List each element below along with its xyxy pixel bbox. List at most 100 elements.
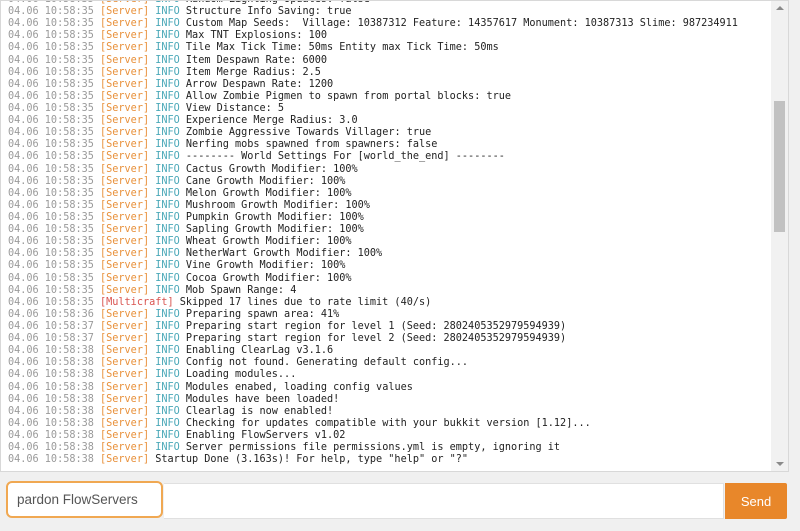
log-message: Max TNT Explosions: 100 — [185, 30, 327, 42]
log-level: INFO — [155, 393, 180, 405]
log-level: INFO — [155, 102, 180, 114]
log-level: INFO — [155, 199, 180, 211]
log-message: Random Lighting Updates: false — [186, 1, 370, 5]
scroll-up-arrow-icon[interactable] — [771, 1, 788, 15]
log-timestamp: 04.06 10:58:35 — [8, 296, 94, 308]
console-output: 04.06 10:58:35 [Server] INFO Random Ligh… — [0, 0, 789, 472]
log-message: Server permissions file permissions.yml … — [185, 442, 561, 454]
console-line: 04.06 10:58:38 [Server] INFO Modules hav… — [8, 394, 768, 406]
log-timestamp: 04.06 10:58:35 — [8, 151, 94, 163]
log-source: [Server] — [100, 102, 150, 114]
console-line: 04.06 10:58:35 [Server] INFO Sapling Gro… — [8, 224, 768, 236]
log-timestamp: 04.06 10:58:38 — [8, 454, 94, 466]
log-timestamp: 04.06 10:58:37 — [8, 320, 94, 332]
log-source: [Server] — [100, 66, 150, 78]
log-level: INFO — [155, 236, 180, 248]
log-message: Mob Spawn Range: 4 — [185, 284, 297, 296]
log-timestamp: 04.06 10:58:38 — [8, 381, 94, 393]
log-source: [Server] — [100, 417, 150, 429]
log-timestamp: 04.06 10:58:35 — [8, 1, 94, 5]
console-line: 04.06 10:58:38 [Server] INFO Enabling Cl… — [8, 345, 768, 357]
log-message: Wheat Growth Modifier: 100% — [185, 236, 352, 248]
log-timestamp: 04.06 10:58:35 — [8, 284, 94, 296]
log-timestamp: 04.06 10:58:35 — [8, 175, 94, 187]
log-source: [Server] — [100, 224, 150, 236]
log-source: [Server] — [100, 320, 150, 332]
log-source: [Server] — [100, 175, 150, 187]
log-level: INFO — [155, 139, 180, 151]
console-line: 04.06 10:58:35 [Server] INFO Custom Map … — [8, 18, 768, 30]
log-level: INFO — [155, 248, 180, 260]
log-timestamp: 04.06 10:58:35 — [8, 90, 94, 102]
log-source: [Server] — [100, 345, 150, 357]
log-timestamp: 04.06 10:58:35 — [8, 248, 94, 260]
log-timestamp: 04.06 10:58:35 — [8, 115, 94, 127]
log-message: Enabling FlowServers v1.02 — [185, 429, 346, 441]
log-source: [Server] — [100, 405, 150, 417]
console-line: 04.06 10:58:35 [Server] INFO Wheat Growt… — [8, 236, 768, 248]
scroll-down-arrow-icon[interactable] — [771, 457, 788, 471]
log-timestamp: 04.06 10:58:35 — [8, 211, 94, 223]
command-input-extension[interactable] — [164, 483, 724, 519]
log-source: [Server] — [100, 54, 150, 66]
console-line: 04.06 10:58:38 [Server] INFO Enabling Fl… — [8, 430, 768, 442]
console-line: 04.06 10:58:35 [Server] INFO NetherWart … — [8, 248, 768, 260]
log-timestamp: 04.06 10:58:37 — [8, 333, 94, 345]
console-line: 04.06 10:58:35 [Server] INFO Vine Growth… — [8, 260, 768, 272]
console-line: 04.06 10:58:35 [Server] INFO Tile Max Ti… — [8, 42, 768, 54]
log-timestamp: 04.06 10:58:35 — [8, 187, 94, 199]
log-message: Zombie Aggressive Towards Villager: true — [185, 127, 432, 139]
console-scrollbar[interactable] — [771, 1, 788, 471]
log-level: INFO — [155, 187, 180, 199]
log-source: [Server] — [100, 369, 150, 381]
log-level: INFO — [155, 78, 180, 90]
log-level: INFO — [155, 30, 180, 42]
log-source: [Server] — [100, 260, 150, 272]
log-message: Allow Zombie Pigmen to spawn from portal… — [185, 90, 511, 102]
console-line: 04.06 10:58:37 [Server] INFO Preparing s… — [8, 333, 768, 345]
log-timestamp: 04.06 10:58:38 — [8, 417, 94, 429]
log-message: NetherWart Growth Modifier: 100% — [185, 248, 383, 260]
log-level: INFO — [155, 42, 180, 54]
log-message: Cactus Growth Modifier: 100% — [185, 163, 358, 175]
log-source: [Server] — [100, 308, 150, 320]
log-level: INFO — [155, 151, 180, 163]
log-timestamp: 04.06 10:58:35 — [8, 42, 94, 54]
log-source: [Server] — [100, 139, 150, 151]
log-source: [Server] — [100, 127, 150, 139]
log-level: INFO — [155, 224, 180, 236]
console-line: 04.06 10:58:36 [Server] INFO Preparing s… — [8, 309, 768, 321]
scrollbar-thumb[interactable] — [774, 101, 785, 232]
console-line: 04.06 10:58:38 [Server] INFO Checking fo… — [8, 418, 768, 430]
log-source: [Server] — [100, 211, 150, 223]
log-level: INFO — [155, 381, 180, 393]
log-level: INFO — [155, 345, 180, 357]
console-line: 04.06 10:58:38 [Server] INFO Loading mod… — [8, 369, 768, 381]
send-button[interactable]: Send — [725, 483, 787, 519]
log-source: [Server] — [100, 78, 150, 90]
log-message: -------- World Settings For [world_the_e… — [185, 151, 505, 163]
console-line: 04.06 10:58:35 [Server] INFO -------- Wo… — [8, 151, 768, 163]
log-message: Nerfing mobs spawned from spawners: fals… — [185, 139, 438, 151]
log-message: Preparing spawn area: 41% — [185, 308, 340, 320]
log-message: View Distance: 5 — [185, 102, 285, 114]
log-source: [Server] — [100, 393, 150, 405]
console-line: 04.06 10:58:38 [Server] INFO Server perm… — [8, 442, 768, 454]
log-timestamp: 04.06 10:58:35 — [8, 30, 94, 42]
console-line: 04.06 10:58:35 [Server] INFO Arrow Despa… — [8, 79, 768, 91]
log-timestamp: 04.06 10:58:36 — [8, 308, 94, 320]
console-line: 04.06 10:58:38 [Server] Startup Done (3.… — [8, 454, 768, 466]
log-message: Item Merge Radius: 2.5 — [185, 66, 321, 78]
log-timestamp: 04.06 10:58:35 — [8, 127, 94, 139]
log-source: [Server] — [100, 272, 150, 284]
log-level: INFO — [155, 6, 180, 18]
log-level: INFO — [155, 308, 180, 320]
command-input-wrapper — [6, 481, 163, 518]
log-level: INFO — [155, 320, 180, 332]
log-timestamp: 04.06 10:58:35 — [8, 54, 94, 66]
command-input[interactable] — [8, 483, 161, 516]
log-timestamp: 04.06 10:58:35 — [8, 272, 94, 284]
log-level: INFO — [155, 272, 180, 284]
log-message: Clearlag is now enabled! — [185, 405, 334, 417]
log-level: INFO — [155, 369, 180, 381]
